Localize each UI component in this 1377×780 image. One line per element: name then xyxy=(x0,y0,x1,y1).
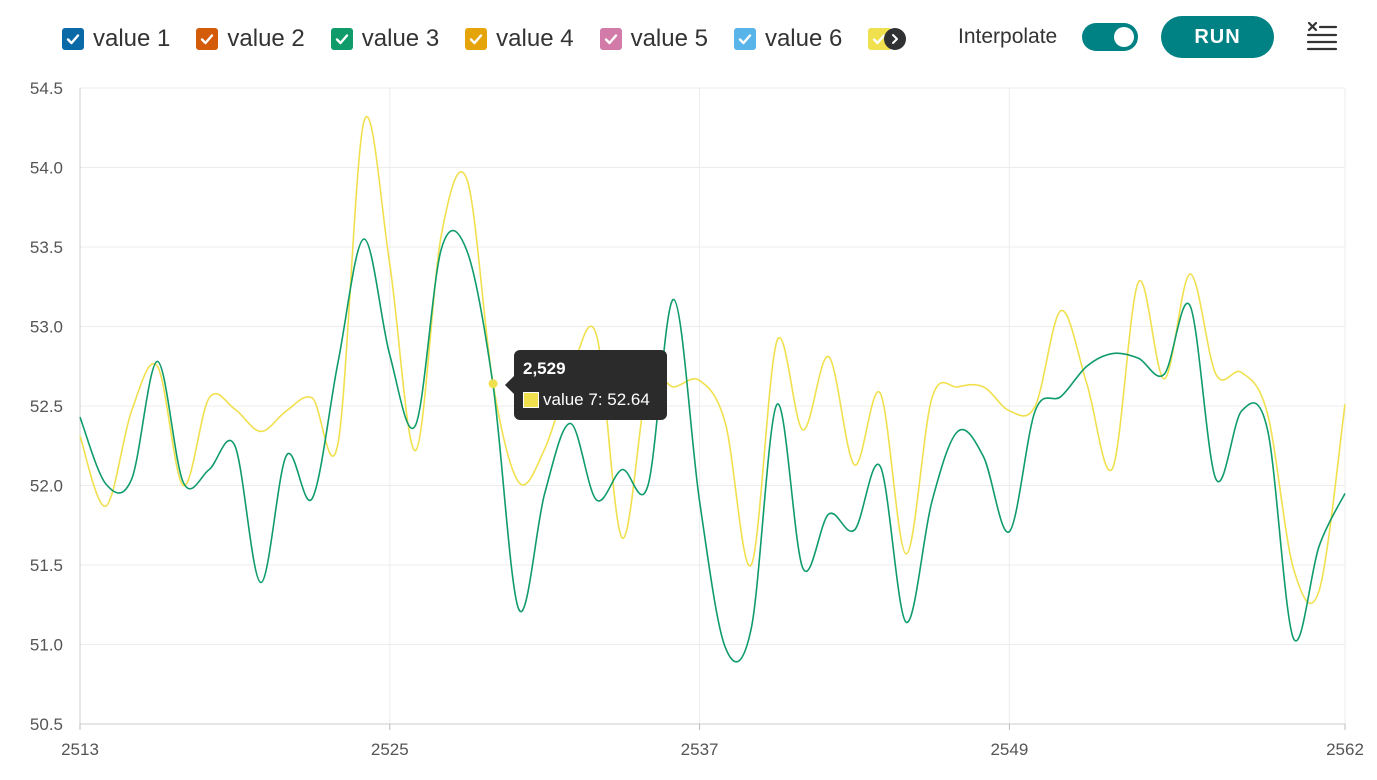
y-tick-label: 51.5 xyxy=(30,556,63,575)
x-tick-label: 2525 xyxy=(371,740,409,759)
plotter-toolbar: value 1 value 2 value 3 value 4 value 5 value… xyxy=(0,0,1377,78)
tooltip-value: value 7: 52.64 xyxy=(543,390,650,409)
tooltip-swatch xyxy=(523,392,539,408)
x-tick-label: 2549 xyxy=(990,740,1028,759)
interpolate-label: Interpolate xyxy=(958,25,1058,48)
legend-label: value 5 xyxy=(630,25,708,52)
legend-label: value 6 xyxy=(764,25,843,52)
x-tick-label: 2513 xyxy=(61,740,99,759)
y-tick-label: 52.0 xyxy=(30,477,63,496)
checkbox-checked-icon[interactable] xyxy=(733,28,756,50)
legend-label: value 4 xyxy=(496,25,574,52)
y-tick-label: 54.0 xyxy=(30,159,63,178)
x-tick-label: 2537 xyxy=(681,740,719,759)
series-line-value-3 xyxy=(79,229,1346,663)
series-lines xyxy=(79,116,1346,663)
toggle-knob xyxy=(1114,27,1134,47)
legend-label: value 2 xyxy=(227,25,305,52)
checkbox-checked-icon[interactable] xyxy=(465,28,488,50)
y-tick-label: 50.5 xyxy=(30,715,63,734)
y-tick-label: 51.0 xyxy=(30,636,63,655)
legend-label: value 1 xyxy=(93,25,171,52)
tooltip-row: value 7: 52.64 xyxy=(523,390,650,410)
legend-overflow xyxy=(868,28,907,50)
y-axis-ticks: 50.5 51.0 51.5 52.0 52.5 53.0 53.5 54.0 54.5 xyxy=(30,79,63,734)
legend: value 1 value 2 value 3 value 4 value 5 value… xyxy=(62,22,907,56)
legend-item-6[interactable]: value 6 xyxy=(733,25,843,53)
checkbox-checked-icon[interactable] xyxy=(330,28,353,50)
legend-label: value 3 xyxy=(361,25,440,52)
y-tick-label: 52.5 xyxy=(30,397,63,416)
checkbox-checked-icon[interactable] xyxy=(62,28,84,50)
series-line-value-7 xyxy=(79,116,1346,605)
grid-lines xyxy=(79,87,1346,725)
x-tick-label: 2562 xyxy=(1326,740,1364,759)
hover-marker xyxy=(488,379,498,389)
tooltip: 2,529 value 7: 52.64 xyxy=(505,350,667,420)
checkbox-checked-icon[interactable] xyxy=(599,28,622,50)
tooltip-title: 2,529 xyxy=(523,359,566,378)
y-tick-label: 54.5 xyxy=(30,79,63,98)
legend-item-3[interactable]: value 3 xyxy=(330,25,440,53)
checkbox-checked-icon[interactable] xyxy=(196,28,219,50)
legend-item-5[interactable]: value 5 xyxy=(599,25,708,53)
y-tick-label: 53.5 xyxy=(30,238,63,257)
legend-item-2[interactable]: value 2 xyxy=(196,25,305,53)
legend-item-1[interactable]: value 1 xyxy=(62,25,170,53)
hover-point xyxy=(488,379,498,389)
legend-item-4[interactable]: value 4 xyxy=(465,25,574,53)
y-tick-label: 53.0 xyxy=(30,318,63,337)
run-button[interactable]: RUN xyxy=(1161,16,1274,58)
x-axis-ticks: 2513 2525 2537 2549 2562 xyxy=(61,724,1364,759)
clear-list-icon[interactable] xyxy=(1304,20,1340,54)
chevron-right-icon[interactable] xyxy=(884,28,907,50)
line-chart: 50.5 51.0 51.5 52.0 52.5 53.0 53.5 54.0 54.5 251… xyxy=(30,79,1364,759)
interpolate-toggle[interactable] xyxy=(1082,23,1138,51)
